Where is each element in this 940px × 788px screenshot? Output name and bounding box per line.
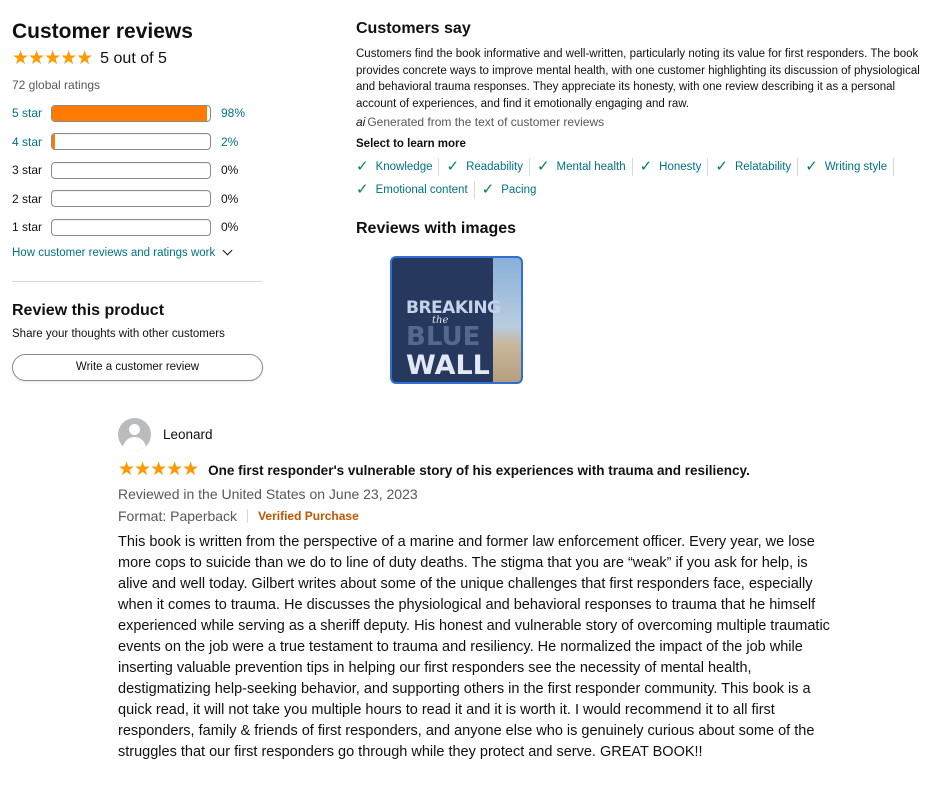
aspect-chips: ✓ Knowledge ✓ Readability ✓ Mental health ✓… <box>356 158 916 204</box>
histogram-percent[interactable]: 2% <box>221 135 261 149</box>
review-format-row: Format: Paperback Verified Purchase <box>118 508 838 524</box>
aspect-label[interactable]: Relatability <box>735 161 791 173</box>
histogram-row-4-star[interactable]: 4 star 2% <box>12 133 264 151</box>
avatar-body-icon <box>123 437 146 451</box>
review-title-row: ★★★★★ One first responder's vulnerable s… <box>118 460 838 480</box>
checkmark-icon: ✓ <box>446 158 460 175</box>
customer-review: Leonard ★★★★★ One first responder's vuln… <box>118 418 838 763</box>
thumbnail-text: the <box>432 315 449 326</box>
reviews-with-images-heading: Reviews with images <box>356 220 517 237</box>
histogram-bar[interactable] <box>51 133 211 150</box>
customers-say-section: Customers say Customers find the book in… <box>356 19 934 384</box>
aspect-label[interactable]: Honesty <box>659 161 701 173</box>
star-rating-icon: ★★★★★ <box>12 48 93 69</box>
share-thoughts-text: Share your thoughts with other customers <box>12 327 225 340</box>
thumbnail-background <box>493 258 521 382</box>
histogram-percent: 0% <box>221 163 239 177</box>
how-reviews-work-label[interactable]: How customer reviews and ratings work <box>12 247 215 259</box>
review-image-thumbnail[interactable]: BREAKING BLUE the WALL <box>390 256 523 384</box>
avatar-head-icon <box>129 424 140 435</box>
histogram-row-1-star: 1 star 0% <box>12 218 264 236</box>
aspect-chip-writing-style[interactable]: ✓ Writing style <box>805 158 895 176</box>
aspect-label[interactable]: Knowledge <box>376 161 433 173</box>
aspect-label[interactable]: Mental health <box>557 161 626 173</box>
generated-note: ai Generated from the text of customer r… <box>356 115 934 129</box>
checkmark-icon: ✓ <box>639 158 653 175</box>
histogram-label[interactable]: 4 star <box>12 135 51 149</box>
aspect-chip-knowledge[interactable]: ✓ Knowledge <box>356 158 440 176</box>
write-review-button[interactable]: Write a customer review <box>12 353 263 381</box>
review-date: Reviewed in the United States on June 23… <box>118 486 418 502</box>
average-rating: ★★★★★ 5 out of 5 <box>12 48 264 70</box>
checkmark-icon: ✓ <box>356 181 369 198</box>
customer-reviews-heading: Customer reviews <box>12 20 193 43</box>
aspect-chip-emotional-content[interactable]: ✓ Emotional content <box>356 181 475 199</box>
aspect-label[interactable]: Writing style <box>825 161 887 173</box>
thumbnail-text: BREAKING <box>406 298 501 318</box>
histogram-label[interactable]: 5 star <box>12 106 51 120</box>
histogram-bar <box>51 161 211 179</box>
avatar[interactable] <box>118 418 151 451</box>
separator <box>247 509 249 523</box>
aspect-label[interactable]: Emotional content <box>376 184 468 196</box>
global-ratings-count: 72 global ratings <box>12 78 101 92</box>
checkmark-icon: ✓ <box>715 158 728 175</box>
review-body: This book is written from the perspectiv… <box>118 534 830 760</box>
histogram-row-3-star: 3 star 0% <box>12 161 264 179</box>
ai-icon: ai <box>356 115 366 129</box>
chevron-down-icon[interactable] <box>222 245 233 256</box>
review-title[interactable]: One first responder's vulnerable story o… <box>208 463 750 478</box>
average-rating-text: 5 out of 5 <box>100 50 167 67</box>
histogram-bar <box>51 190 211 207</box>
ratings-summary: Customer reviews ★★★★★ 5 out of 5 72 glo… <box>12 18 264 381</box>
checkmark-icon: ✓ <box>481 181 495 198</box>
select-to-learn-label: Select to learn more <box>356 138 466 150</box>
generated-note-text: Generated from the text of customer revi… <box>367 115 605 129</box>
checkmark-icon: ✓ <box>536 158 550 175</box>
histogram-percent: 0% <box>221 191 239 206</box>
checkmark-icon: ✓ <box>805 158 818 175</box>
customers-say-heading: Customers say <box>356 20 471 37</box>
histogram-label: 3 star <box>12 163 43 177</box>
aspect-chip-relatability[interactable]: ✓ Relatability <box>715 158 799 176</box>
histogram-bar <box>51 218 211 236</box>
histogram-row-2-star: 2 star 0% <box>12 190 264 208</box>
aspect-chip-readability[interactable]: ✓ Readability <box>446 158 530 176</box>
aspect-chip-honesty[interactable]: ✓ Honesty <box>640 158 709 176</box>
thumbnail-text: WALL <box>406 350 490 381</box>
aspect-label[interactable]: Pacing <box>501 184 536 196</box>
verified-purchase-badge: Verified Purchase <box>258 509 359 523</box>
histogram-percent: 0% <box>221 220 239 234</box>
how-reviews-work-link[interactable]: How customer reviews and ratings work <box>12 245 264 259</box>
review-star-rating-icon[interactable]: ★★★★★ <box>118 460 199 480</box>
aspect-chip-pacing[interactable]: ✓ Pacing <box>482 181 543 199</box>
histogram-label: 1 star <box>12 220 43 234</box>
histogram-bar-fill <box>52 134 56 149</box>
divider <box>12 280 262 282</box>
checkmark-icon: ✓ <box>356 158 369 175</box>
review-format[interactable]: Format: Paperback <box>118 508 237 524</box>
histogram-label: 2 star <box>12 191 43 206</box>
histogram-bar[interactable] <box>51 104 211 122</box>
ai-review-summary: Customers find the book informative and … <box>356 48 920 110</box>
thumbnail-text: BLUE <box>406 322 481 352</box>
reviewer-profile[interactable]: Leonard <box>118 418 838 451</box>
reviewer-name[interactable]: Leonard <box>163 427 213 442</box>
histogram-percent[interactable]: 98% <box>221 106 261 120</box>
rating-histogram: 5 star 98% 4 star 2% 3 star 0% 2 star 0%… <box>12 104 264 236</box>
aspect-chip-mental-health[interactable]: ✓ Mental health <box>537 158 633 176</box>
aspect-label[interactable]: Readability <box>466 161 523 173</box>
review-product-heading: Review this product <box>12 301 165 319</box>
histogram-row-5-star[interactable]: 5 star 98% <box>12 104 264 122</box>
histogram-bar-fill <box>52 105 207 121</box>
